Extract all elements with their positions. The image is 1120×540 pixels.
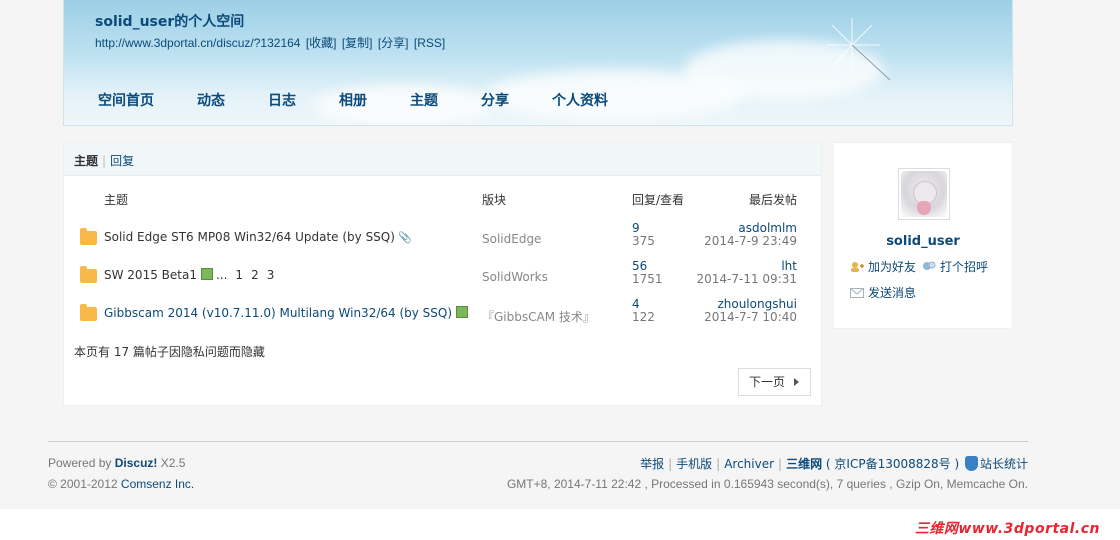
space-title[interactable]: solid_user的个人空间 xyxy=(95,11,244,31)
thread-list-panel: 主题 | 回复 主题 版块 回复/查看 最后发帖 Solid Edge ST6 MP… xyxy=(63,142,822,406)
poke-icon xyxy=(923,261,936,270)
table-row: SW 2015 Beta1... 1 2 3 SolidWorks 56 1751 lh… xyxy=(64,260,821,298)
send-message-button[interactable]: 发送消息 xyxy=(850,284,916,301)
table-row: Solid Edge ST6 MP08 Win32/64 Update (by … xyxy=(64,222,821,260)
thread-forum[interactable]: 『GibbsCAM 技术』 xyxy=(482,308,595,325)
footer-sep: | xyxy=(716,457,721,471)
thread-pages: ... 1 2 3 xyxy=(213,268,274,282)
table-row: Gibbscam 2014 (v10.7.11.0) Multilang Win… xyxy=(64,298,821,336)
share-link[interactable]: [分享] xyxy=(378,36,409,50)
thread-link[interactable]: SW 2015 Beta1 xyxy=(104,268,197,282)
envelope-icon xyxy=(850,288,864,298)
add-friend-icon xyxy=(851,262,864,272)
attachment-icon: 📎 xyxy=(397,231,412,244)
space-header-banner: solid_user的个人空间 http://www.3dportal.cn/d… xyxy=(63,0,1013,126)
stats-link[interactable]: 站长统计 xyxy=(980,457,1028,471)
poke-button[interactable]: 打个招呼 xyxy=(922,258,988,275)
folder-icon xyxy=(80,266,97,283)
space-nav: 空间首页 动态 日志 相册 主题 分享 个人资料 xyxy=(98,90,651,110)
footer-sep: | xyxy=(668,457,673,471)
shield-icon xyxy=(964,456,978,471)
thread-subject: SW 2015 Beta1... 1 2 3 xyxy=(104,268,274,282)
space-links: http://www.3dportal.cn/discuz/?132164 [收… xyxy=(95,34,447,51)
comsenz-link[interactable]: Comsenz Inc. xyxy=(121,477,194,491)
nav-blog[interactable]: 日志 xyxy=(268,90,296,110)
footer-divider xyxy=(48,441,1028,442)
add-friend-label: 加为好友 xyxy=(868,260,917,274)
profile-username[interactable]: solid_user xyxy=(834,234,1012,249)
archiver-link[interactable]: Archiver xyxy=(724,457,774,471)
thread-stats: 4 122 xyxy=(632,298,655,324)
discuz-link[interactable]: Discuz! xyxy=(115,456,158,470)
nav-album[interactable]: 相册 xyxy=(339,90,367,110)
thread-subject: Solid Edge ST6 MP08 Win32/64 Update (by … xyxy=(104,230,412,244)
folder-icon xyxy=(80,304,97,321)
folder-icon xyxy=(80,228,97,245)
thread-tabs: 主题 | 回复 xyxy=(64,143,821,176)
powered-version: X2.5 xyxy=(160,456,186,470)
page-ellipsis: ... xyxy=(215,268,228,282)
last-post-time[interactable]: 2014-7-11 09:31 xyxy=(697,273,798,286)
header-forum: 版块 xyxy=(482,193,507,207)
last-post: zhoulongshui 2014-7-7 10:40 xyxy=(704,298,797,324)
page-link-2[interactable]: 2 xyxy=(251,268,259,282)
last-post: lht 2014-7-11 09:31 xyxy=(697,260,798,286)
nav-feed[interactable]: 动态 xyxy=(197,90,225,110)
mobile-link[interactable]: 手机版 xyxy=(676,457,712,471)
page-link-3[interactable]: 3 xyxy=(267,268,275,282)
footer-links: 举报 | 手机版 | Archiver | 三维网 ( 京ICP备13008828号 ) 站… xyxy=(640,455,1028,472)
next-page-button[interactable]: 下一页 xyxy=(738,368,811,396)
chevron-right-icon xyxy=(794,378,799,386)
powered-prefix: Powered by xyxy=(48,456,112,470)
site-watermark: 三维网www.3dportal.cn xyxy=(914,521,1100,537)
view-count: 122 xyxy=(632,310,655,324)
last-post: asdolmlm 2014-7-9 23:49 xyxy=(704,222,797,248)
thread-link[interactable]: Solid Edge ST6 MP08 Win32/64 Update (by … xyxy=(104,230,395,244)
powered-by: Powered by Discuz! X2.5 xyxy=(48,456,185,470)
tab-separator: | xyxy=(102,154,107,168)
rss-link[interactable]: [RSS] xyxy=(414,36,445,50)
nav-profile[interactable]: 个人资料 xyxy=(552,90,608,110)
copyright-prefix: © 2001-2012 xyxy=(48,477,118,491)
last-post-time[interactable]: 2014-7-7 10:40 xyxy=(704,311,797,324)
header-last-post: 最后发帖 xyxy=(749,193,798,207)
image-attachment-icon xyxy=(456,306,469,318)
page-link-1[interactable]: 1 xyxy=(235,268,243,282)
avatar-image xyxy=(901,171,947,217)
nav-home[interactable]: 空间首页 xyxy=(98,90,154,110)
icp-link[interactable]: ( 京ICP备13008828号 ) xyxy=(826,457,959,471)
tab-threads[interactable]: 主题 xyxy=(74,154,98,168)
profile-card: solid_user 加为好友 打个招呼 发送消息 xyxy=(833,142,1013,329)
favorite-link[interactable]: [收藏] xyxy=(306,36,337,50)
thread-link[interactable]: Gibbscam 2014 (v10.7.11.0) Multilang Win… xyxy=(104,306,452,320)
footer-sep: | xyxy=(778,457,783,471)
header-subject: 主题 xyxy=(104,193,129,207)
hidden-posts-note: 本页有 17 篇帖子因隐私问题而隐藏 xyxy=(74,345,265,359)
site-name-link[interactable]: 三维网 xyxy=(786,457,822,471)
image-attachment-icon xyxy=(200,268,213,280)
poke-label: 打个招呼 xyxy=(940,260,989,274)
thread-stats: 9 375 xyxy=(632,222,655,248)
report-link[interactable]: 举报 xyxy=(640,457,664,471)
view-count: 1751 xyxy=(632,272,663,286)
thread-subject: Gibbscam 2014 (v10.7.11.0) Multilang Win… xyxy=(104,306,469,320)
next-page-label: 下一页 xyxy=(749,375,786,389)
view-count: 375 xyxy=(632,234,655,248)
thread-forum[interactable]: SolidEdge xyxy=(482,232,541,246)
header-stats: 回复/查看 xyxy=(632,193,685,207)
last-post-time[interactable]: 2014-7-9 23:49 xyxy=(704,235,797,248)
nav-threads[interactable]: 主题 xyxy=(410,90,438,110)
tab-replies[interactable]: 回复 xyxy=(110,154,134,168)
nav-share[interactable]: 分享 xyxy=(481,90,509,110)
dandelion-decoration xyxy=(826,18,891,80)
avatar[interactable] xyxy=(898,168,950,220)
add-friend-button[interactable]: 加为好友 xyxy=(850,258,916,275)
copy-link[interactable]: [复制] xyxy=(342,36,373,50)
thread-forum[interactable]: SolidWorks xyxy=(482,270,548,284)
space-url[interactable]: http://www.3dportal.cn/discuz/?132164 xyxy=(95,36,300,50)
send-message-label: 发送消息 xyxy=(868,286,917,300)
copyright: © 2001-2012 Comsenz Inc. xyxy=(48,477,194,491)
server-info: GMT+8, 2014-7-11 22:42 , Processed in 0.… xyxy=(506,477,1028,491)
thread-stats: 56 1751 xyxy=(632,260,663,286)
